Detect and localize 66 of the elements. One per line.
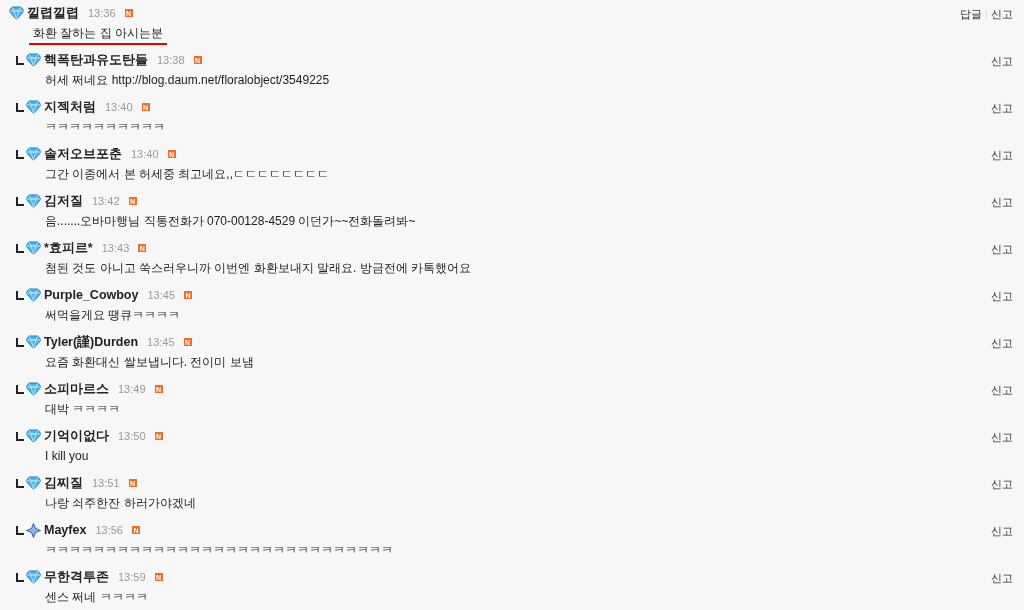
diamond-icon — [26, 288, 41, 302]
author-name[interactable]: 핵폭탄과유도탄들 — [44, 50, 148, 70]
report-link[interactable]: 신고 — [991, 147, 1013, 164]
comment-text: 그간 이종에서 본 허세중 최고네요,,ㄷㄷㄷㄷㄷㄷㄷㄷ — [45, 166, 329, 183]
comment-text: 화환 잘하는 집 아시는분 — [29, 24, 167, 45]
comment-text: 써먹을게요 땡큐ㅋㅋㅋㅋ — [45, 307, 181, 324]
diamond-icon — [26, 570, 41, 584]
author-name[interactable]: 낄렵낄렵 — [27, 3, 79, 23]
author-name[interactable]: 솔저오브포춘 — [44, 144, 122, 164]
comment-text: ㅋㅋㅋㅋㅋㅋㅋㅋㅋㅋ — [45, 119, 165, 136]
comment-text: ㅋㅋㅋㅋㅋㅋㅋㅋㅋㅋㅋㅋㅋㅋㅋㅋㅋㅋㅋㅋㅋㅋㅋㅋㅋㅋㅋㅋㅋ — [45, 542, 393, 559]
diamond-icon — [26, 382, 41, 396]
comment-text: 요즘 화환대신 쌀보냅니다. 전이미 보냄 — [45, 354, 254, 371]
author-name[interactable]: *효피르* — [44, 238, 93, 258]
comment-text: 나랑 쇠주한잔 하러가야겠네 — [45, 495, 196, 512]
author-name[interactable]: Tyler(謹)Durden — [44, 332, 139, 352]
comment-text: I kill you — [45, 448, 89, 465]
comment-time: 13:56 — [95, 522, 123, 538]
author-name[interactable]: 소피마르스 — [44, 379, 109, 399]
diamond-icon — [26, 335, 41, 349]
author-name[interactable]: 무한격투존 — [44, 567, 109, 587]
comment-time: 13:45 — [147, 334, 175, 350]
comment-time: 13:59 — [118, 569, 146, 585]
diamond-icon — [26, 53, 41, 67]
comment-text: 첨된 것도 아니고 쑥스러우니까 이번엔 화환보내지 말래요. 방금전에 카톡했어요 — [45, 260, 471, 277]
author-name[interactable]: 김찌질 — [44, 473, 83, 493]
diamond-icon — [26, 147, 41, 161]
comment-time: 13:36 — [88, 5, 116, 21]
report-link[interactable]: 신고 — [991, 53, 1013, 70]
author-name[interactable]: 김저질 — [44, 191, 83, 211]
report-link[interactable]: 신고 — [991, 382, 1013, 399]
cross-icon — [26, 522, 41, 538]
reply-link[interactable]: 답글 — [960, 6, 982, 23]
report-link[interactable]: 신고 — [991, 429, 1013, 446]
comment-text: 허세 쩌네요 http://blog.daum.net/floralobject/3549225 — [45, 72, 330, 89]
author-name[interactable]: Mayfex — [44, 520, 87, 540]
comment-time: 13:49 — [118, 381, 146, 397]
comment-time: 13:43 — [101, 240, 130, 256]
comment-time: 13:45 — [147, 287, 175, 303]
report-link[interactable]: 신고 — [991, 194, 1013, 211]
diamond-icon — [9, 6, 24, 20]
report-link[interactable]: 신고 — [991, 6, 1013, 23]
report-link[interactable]: 신고 — [991, 570, 1013, 587]
diamond-icon — [26, 476, 41, 490]
comment-time: 13:40 — [131, 146, 159, 162]
comment-time: 13:38 — [157, 52, 185, 68]
diamond-icon — [26, 100, 41, 114]
report-link[interactable]: 신고 — [991, 100, 1013, 117]
comment-time: 13:42 — [92, 193, 120, 209]
diamond-icon — [26, 194, 41, 208]
report-link[interactable]: 신고 — [991, 476, 1013, 493]
report-link[interactable]: 신고 — [991, 288, 1013, 305]
author-name[interactable]: Purple_Cowboy — [44, 285, 139, 305]
diamond-icon — [26, 241, 41, 255]
comment-text: 대박 ㅋㅋㅋㅋ — [45, 401, 121, 418]
comment-text: 음.......오바마행님 직통전화가 070-00128-4529 이던가~~전화돌려봐~ — [45, 213, 416, 230]
author-name[interactable]: 기억이없다 — [44, 426, 109, 446]
comment-text: 센스 쩌네 ㅋㅋㅋㅋ — [45, 589, 148, 606]
report-link[interactable]: 신고 — [991, 523, 1013, 540]
comment-time: 13:51 — [92, 475, 120, 491]
diamond-icon — [26, 429, 41, 443]
author-name[interactable]: 지젝처럼 — [44, 97, 96, 117]
report-link[interactable]: 신고 — [991, 241, 1013, 258]
report-link[interactable]: 신고 — [991, 335, 1013, 352]
comment-time: 13:50 — [118, 428, 146, 444]
comment-time: 13:40 — [105, 99, 133, 115]
